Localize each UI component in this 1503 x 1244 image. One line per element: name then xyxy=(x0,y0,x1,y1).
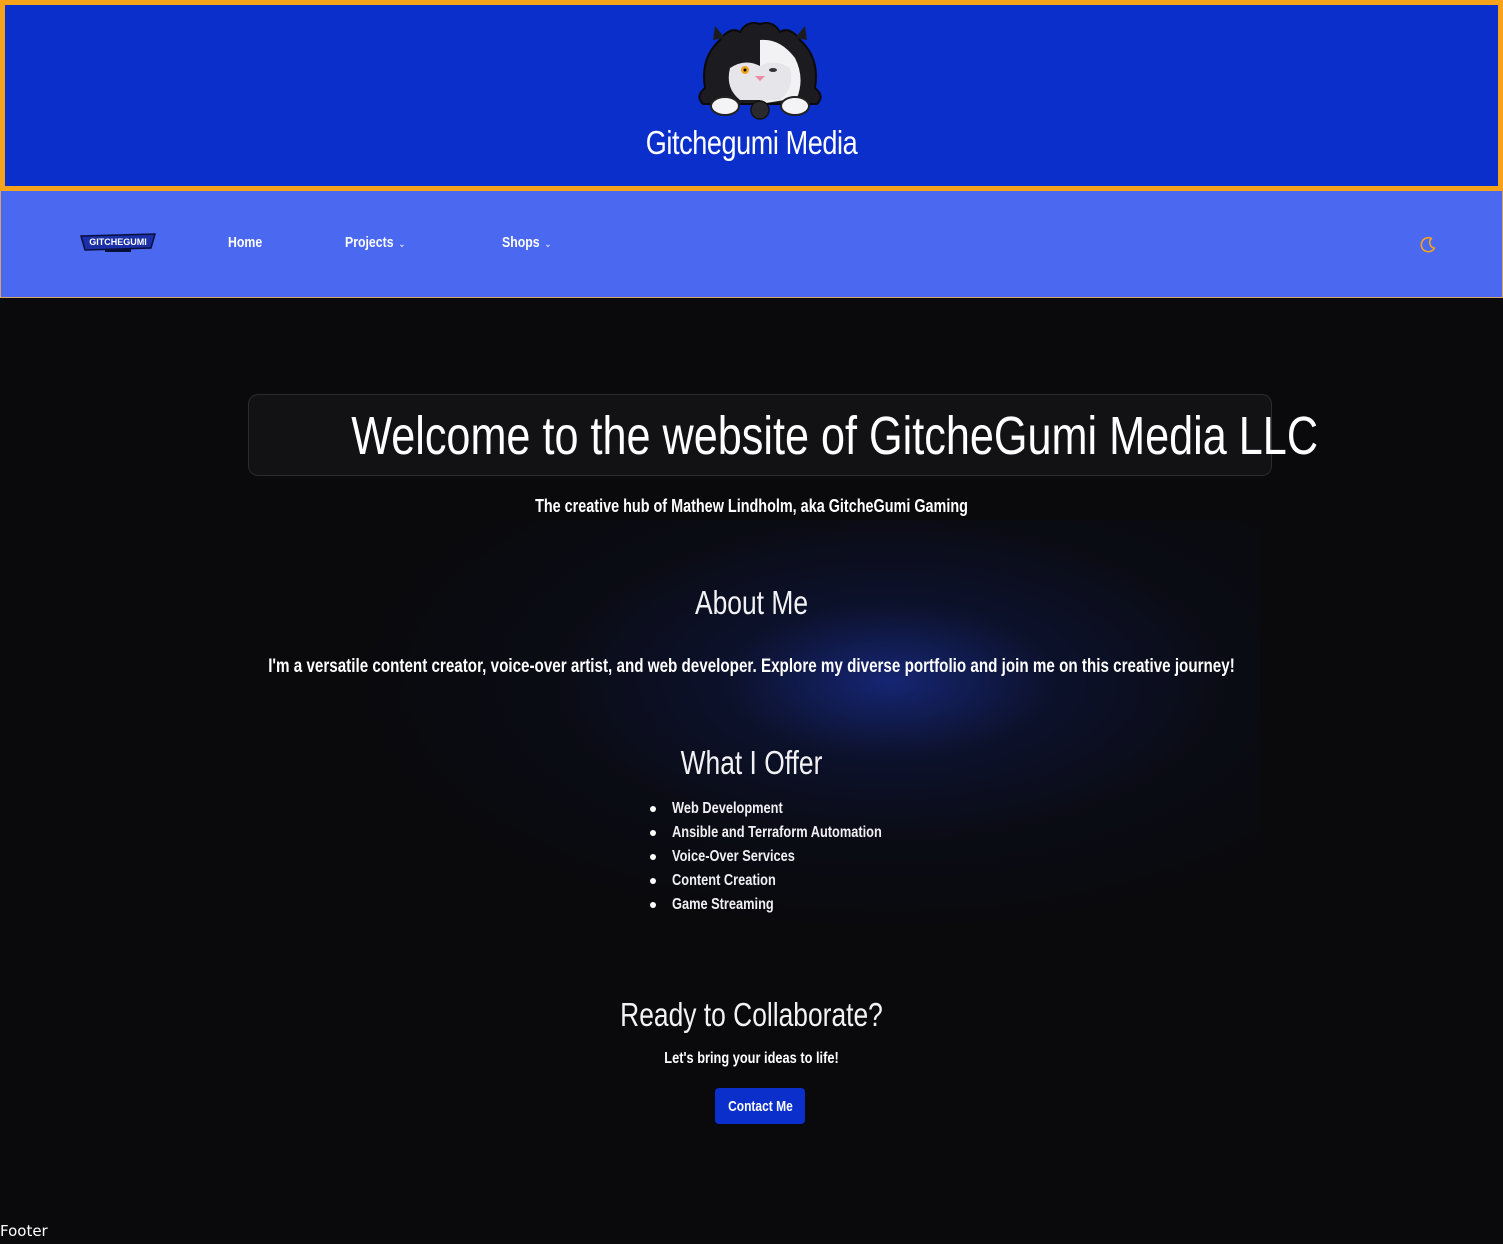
main-navbar: GITCHEGUMI Home Projects ⌄ Shops ⌄ xyxy=(0,191,1503,298)
about-text: I'm a versatile content creator, voice-o… xyxy=(268,656,1235,677)
chevron-down-icon: ⌄ xyxy=(544,239,552,250)
about-heading: About Me xyxy=(695,584,808,621)
contact-me-button[interactable]: Contact Me xyxy=(715,1088,805,1124)
offer-list: Web Development Ansible and Terraform Au… xyxy=(648,797,934,917)
list-item: Game Streaming xyxy=(648,893,934,917)
nav-home-link[interactable]: Home xyxy=(228,234,262,251)
cta-heading: Ready to Collaborate? xyxy=(620,996,883,1033)
contact-me-label: Contact Me xyxy=(727,1097,793,1115)
gitchegumi-nav-logo[interactable]: GITCHEGUMI xyxy=(79,232,157,254)
list-item: Web Development xyxy=(648,797,934,821)
offer-heading: What I Offer xyxy=(680,744,823,781)
chevron-down-icon: ⌄ xyxy=(398,239,406,250)
moon-icon[interactable] xyxy=(1418,235,1438,255)
nav-projects-dropdown[interactable]: Projects ⌄ xyxy=(345,234,405,251)
nav-projects-label: Projects xyxy=(345,234,394,251)
cta-subtext: Let's bring your ideas to life! xyxy=(664,1050,839,1067)
nav-shops-label: Shops xyxy=(502,234,540,251)
footer: Footer xyxy=(0,1222,48,1240)
nav-home-label: Home xyxy=(228,234,263,251)
list-item: Voice-Over Services xyxy=(648,845,934,869)
site-header: Gitchegumi Media xyxy=(0,0,1503,191)
site-title: Gitchegumi Media xyxy=(645,124,858,161)
hero-card: Welcome to the website of GitcheGumi Med… xyxy=(248,394,1319,476)
hero-title: Welcome to the website of GitcheGumi Med… xyxy=(351,406,1319,466)
nav-shops-dropdown[interactable]: Shops ⌄ xyxy=(502,234,551,251)
list-item: Ansible and Terraform Automation xyxy=(648,821,934,845)
list-item: Content Creation xyxy=(648,869,934,893)
nav-logo-text: GITCHEGUMI xyxy=(89,237,147,247)
cat-mascot-logo xyxy=(698,22,822,120)
hero-tagline: The creative hub of Mathew Lindholm, aka… xyxy=(535,496,968,516)
